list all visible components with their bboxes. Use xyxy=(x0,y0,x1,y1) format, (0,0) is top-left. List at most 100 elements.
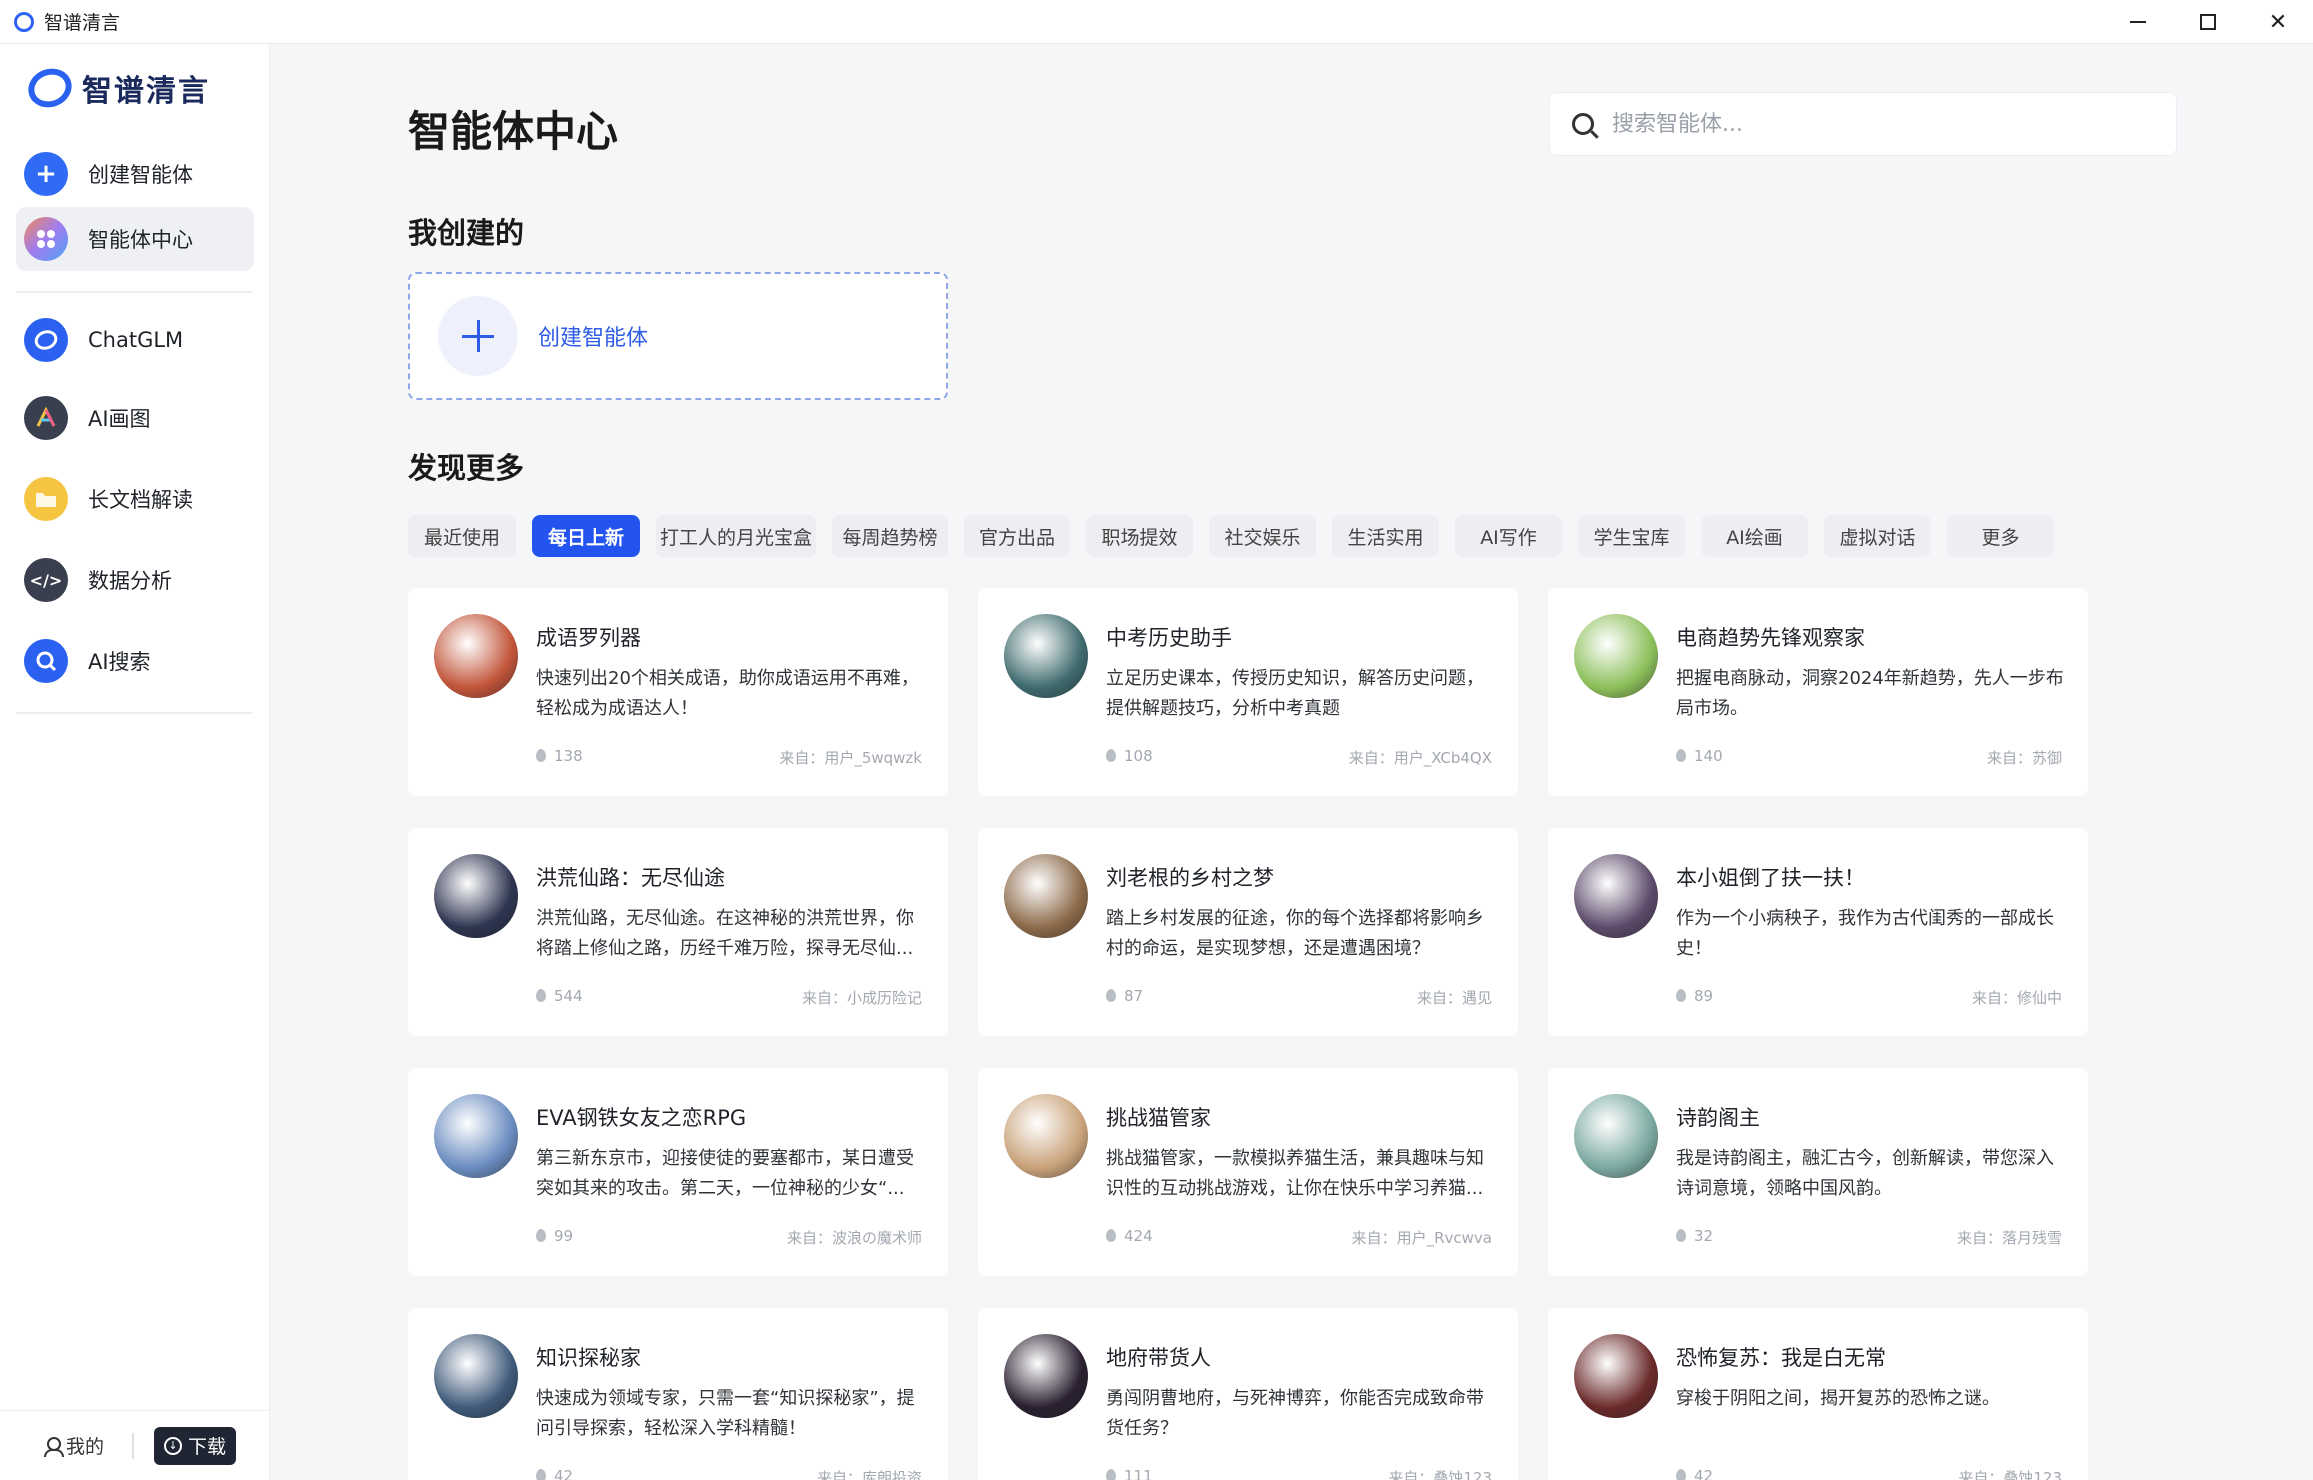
sidebar-item-create-agent[interactable]: + 创建智能体 xyxy=(16,142,254,206)
minimize-button[interactable] xyxy=(2103,0,2173,44)
agent-card[interactable]: 本小姐倒了扶一扶！ 作为一个小病秧子，我作为古代闺秀的一部成长史！ 89 来自：修仙中 xyxy=(1548,828,2088,1036)
brand-logo[interactable]: 智谱清言 xyxy=(22,62,210,114)
agent-avatar xyxy=(1574,854,1658,938)
agents-grid-icon xyxy=(24,217,68,261)
sidebar-item-data-analysis[interactable]: </> 数据分析 xyxy=(16,548,254,612)
usage-count: 111 xyxy=(1106,1467,1153,1480)
tab-recent[interactable]: 最近使用 xyxy=(408,515,516,557)
agent-avatar xyxy=(434,614,518,698)
section-title-discover: 发现更多 xyxy=(408,451,525,485)
agent-card[interactable]: 地府带货人 勇闯阴曹地府，与死神博弈，你能否完成致命带货任务？ 111 来自：叠蚀12… xyxy=(978,1308,1518,1480)
agent-title: 诗韵阁主 xyxy=(1676,1106,1760,1130)
sidebar-item-label: 长文档解读 xyxy=(88,488,193,512)
agent-card[interactable]: EVA钢铁女友之恋RPG 第三新东京市，迎接使徒的要塞都市，某日遭受突如其来的攻击… xyxy=(408,1068,948,1276)
section-title-my-created: 我创建的 xyxy=(408,216,525,250)
usage-count-value: 42 xyxy=(1694,1467,1714,1480)
usage-count: 424 xyxy=(1106,1227,1153,1248)
agent-description: 挑战猫管家，一款模拟养猫生活，兼具趣味与知识性的互动挑战游戏，让你在快乐中学习养… xyxy=(1106,1148,1484,1199)
app-logo-icon xyxy=(14,11,34,32)
usage-count: 42 xyxy=(536,1467,573,1480)
agent-avatar xyxy=(1574,1094,1658,1178)
agent-title: 成语罗列器 xyxy=(536,626,641,650)
agent-card[interactable]: 中考历史助手立足历史课本，传授历史知识，解答历史问题，提供解题技巧，分析中考真题… xyxy=(978,588,1518,796)
tab-worker-treasure[interactable]: 打工人的月光宝盒 xyxy=(656,515,816,557)
agent-title: 电商趋势先锋观察家 xyxy=(1676,626,1865,650)
tab-life-practical[interactable]: 生活实用 xyxy=(1332,515,1439,557)
agent-source: 来自：用户_Rvcwva xyxy=(1351,1229,1492,1247)
agent-avatar xyxy=(1574,614,1658,698)
close-icon: ✕ xyxy=(2268,9,2288,35)
agent-card[interactable]: 恐怖复苏：我是白无常 穿梭于阴阳之间，揭开复苏的恐怖之谜。 42 来自：叠蚀123 xyxy=(1548,1308,2088,1480)
usage-count-value: 87 xyxy=(1124,987,1144,1005)
usage-count-value: 89 xyxy=(1694,987,1714,1005)
close-button[interactable]: ✕ xyxy=(2243,0,2313,44)
tab-weekly-trend[interactable]: 每周趋势榜 xyxy=(832,515,948,557)
agent-avatar xyxy=(1004,1094,1088,1178)
code-icon: </> xyxy=(24,558,68,602)
category-tabs: 最近使用 每日上新 打工人的月光宝盒 每周趋势榜 官方出品 职场提效 社交娱乐 … xyxy=(408,515,2070,557)
sidebar-divider xyxy=(16,712,252,714)
tab-ai-writing[interactable]: AI写作 xyxy=(1455,515,1562,557)
tab-more[interactable]: 更多 xyxy=(1947,515,2054,557)
tab-daily-new[interactable]: 每日上新 xyxy=(532,515,640,557)
usage-count: 544 xyxy=(536,987,583,1008)
folder-icon xyxy=(24,477,68,521)
usage-count-value: 544 xyxy=(554,987,583,1005)
plus-icon xyxy=(438,296,518,376)
agent-card[interactable]: 洪荒仙路：无尽仙途 洪荒仙路，无尽仙途。在这神秘的洪荒世界，你将踏上修仙之路，历经… xyxy=(408,828,948,1036)
usage-count: 89 xyxy=(1676,987,1713,1008)
agent-source: 来自：苏御 xyxy=(1986,749,2062,767)
heat-drop-icon xyxy=(536,749,546,762)
agent-description: 作为一个小病秧子，我作为古代闺秀的一部成长史！ xyxy=(1676,908,2054,959)
agent-card[interactable]: 知识探秘家 快速成为领域专家，只需一套“知识探秘家”，提问引导探索，轻松深入学科精… xyxy=(408,1308,948,1480)
agent-card[interactable]: 挑战猫管家挑战猫管家，一款模拟养猫生活，兼具趣味与知识性的互动挑战游戏，让你在快… xyxy=(978,1068,1518,1276)
agent-source: 来自：小成历险记 xyxy=(801,989,922,1007)
agent-description: 快速成为领域专家，只需一套“知识探秘家”，提问引导探索，轻松深入学科精髓！ xyxy=(536,1388,915,1439)
tab-official[interactable]: 官方出品 xyxy=(964,515,1070,557)
usage-count: 108 xyxy=(1106,747,1153,768)
usage-count-value: 42 xyxy=(554,1467,574,1480)
agent-card-footer: 89 来自：修仙中 xyxy=(1676,987,2062,1008)
agent-card[interactable]: 刘老根的乡村之梦 踏上乡村发展的征途，你的每个选择都将影响乡村的命运，是实现梦想，… xyxy=(978,828,1518,1036)
agent-card[interactable]: 电商趋势先锋观察家 把握电商脉动，洞察2024年新趋势，先人一步布局市场。 140 来… xyxy=(1548,588,2088,796)
sidebar-item-long-doc[interactable]: 长文档解读 xyxy=(16,467,254,531)
sidebar-item-ai-search[interactable]: AI搜索 xyxy=(16,629,254,693)
main-content: 智能体中心 我创建的 创建智能体 发现更多 最近使用 每日上新 打工人的月光宝盒… xyxy=(271,44,2313,1480)
maximize-button[interactable] xyxy=(2173,0,2243,44)
agent-description: 立足历史课本，传授历史知识，解答历史问题，提供解题技巧，分析中考真题 xyxy=(1106,668,1484,719)
tab-work-efficiency[interactable]: 职场提效 xyxy=(1086,515,1193,557)
heat-drop-icon xyxy=(1106,749,1116,762)
agent-title: 挑战猫管家 xyxy=(1106,1106,1211,1130)
agent-title: 恐怖复苏：我是白无常 xyxy=(1676,1346,1886,1370)
agent-title: 中考历史助手 xyxy=(1106,626,1232,650)
usage-count-value: 108 xyxy=(1124,747,1153,765)
create-agent-card[interactable]: 创建智能体 xyxy=(408,272,948,400)
agent-card-footer: 140 来自：苏御 xyxy=(1676,747,2062,768)
search-icon xyxy=(1572,113,1594,135)
tab-social-entertainment[interactable]: 社交娱乐 xyxy=(1209,515,1316,557)
sidebar-item-label: AI搜索 xyxy=(88,650,151,674)
sidebar-item-label: AI画图 xyxy=(88,407,151,431)
download-icon: ↓ xyxy=(164,1436,182,1455)
sidebar-item-ai-draw[interactable]: AI画图 xyxy=(16,386,254,450)
brand-name: 智谱清言 xyxy=(82,74,210,109)
heat-drop-icon xyxy=(1676,1469,1686,1480)
agent-card-footer: 42 来自：叠蚀123 xyxy=(1676,1467,2062,1480)
agent-card-footer: 138 来自：用户_5wqwzk xyxy=(536,747,922,768)
agent-card[interactable]: 诗韵阁主 我是诗韵阁主，融汇古今，创新解读，带您深入诗词意境，领略中国风韵。 32 来… xyxy=(1548,1068,2088,1276)
agent-card-footer: 99 来自：波浪の魔术师 xyxy=(536,1227,922,1248)
agent-card[interactable]: 成语罗列器 快速列出20个相关成语，助你成语运用不再难，轻松成为成语达人！ 138 来… xyxy=(408,588,948,796)
agent-source: 来自：用户_5wqwzk xyxy=(779,749,922,767)
sidebar-item-agent-center[interactable]: 智能体中心 xyxy=(16,207,254,271)
search-input[interactable] xyxy=(1612,111,2132,137)
agent-source: 来自：波浪の魔术师 xyxy=(786,1229,922,1247)
tab-virtual-chat[interactable]: 虚拟对话 xyxy=(1824,515,1931,557)
window-titlebar: 智谱清言 ✕ xyxy=(0,0,2313,44)
my-account-button[interactable]: 我的 xyxy=(44,1432,104,1459)
sidebar-item-chatglm[interactable]: ChatGLM xyxy=(16,308,254,372)
tab-student[interactable]: 学生宝库 xyxy=(1578,515,1685,557)
download-button[interactable]: ↓ 下载 xyxy=(154,1426,237,1465)
agent-card-footer: 111 来自：叠蚀123 xyxy=(1106,1467,1492,1480)
search-box[interactable] xyxy=(1549,92,2177,156)
tab-ai-drawing[interactable]: AI绘画 xyxy=(1701,515,1808,557)
